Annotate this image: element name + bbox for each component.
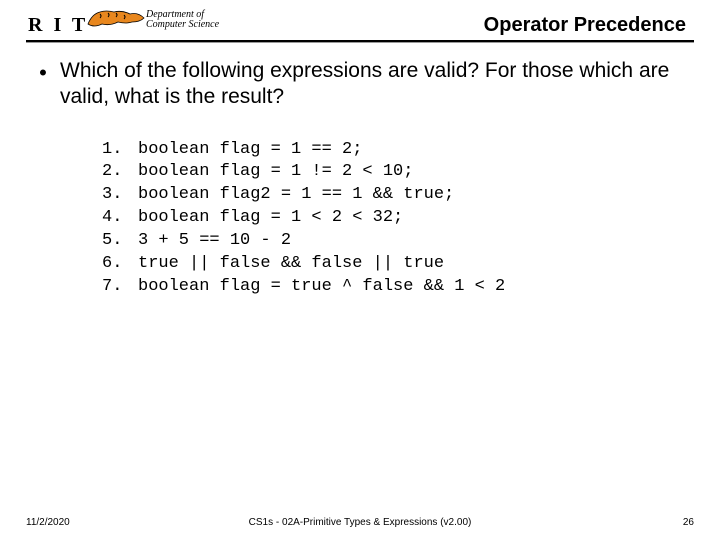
footer-date: 11/2/2020 <box>26 517 70 528</box>
footer-center: CS1s - 02A-Primitive Types & Expressions… <box>249 517 472 528</box>
code-list: 1.boolean flag = 1 == 2; 2.boolean flag … <box>102 139 694 300</box>
question-text: Which of the following expressions are v… <box>60 58 694 111</box>
department-label: Department of Computer Science <box>146 10 219 30</box>
item-code: boolean flag2 = 1 == 1 && true; <box>138 184 454 207</box>
header-rule <box>26 40 694 43</box>
item-code: 3 + 5 == 10 - 2 <box>138 230 291 253</box>
item-number: 5. <box>102 230 138 253</box>
item-number: 2. <box>102 161 138 184</box>
item-number: 1. <box>102 139 138 162</box>
footer-page: 26 <box>683 517 694 528</box>
bullet-row: • Which of the following expressions are… <box>26 58 694 111</box>
slide-footer: 11/2/2020 CS1s - 02A-Primitive Types & E… <box>26 517 694 528</box>
list-item: 1.boolean flag = 1 == 2; <box>102 139 694 162</box>
list-item: 5.3 + 5 == 10 - 2 <box>102 230 694 253</box>
item-code: true || false && false || true <box>138 253 444 276</box>
institution-text: R I T <box>28 14 88 37</box>
dept-line2: Computer Science <box>146 20 219 30</box>
list-item: 4.boolean flag = 1 < 2 < 32; <box>102 207 694 230</box>
list-item: 2.boolean flag = 1 != 2 < 10; <box>102 161 694 184</box>
list-item: 6.true || false && false || true <box>102 253 694 276</box>
item-number: 3. <box>102 184 138 207</box>
item-code: boolean flag = 1 == 2; <box>138 139 362 162</box>
bullet-icon: • <box>26 58 60 86</box>
list-item: 3.boolean flag2 = 1 == 1 && true; <box>102 184 694 207</box>
item-number: 7. <box>102 276 138 299</box>
rit-logo: R I T Department of Computer Science <box>28 4 228 42</box>
slide-content: • Which of the following expressions are… <box>26 58 694 299</box>
slide-title: Operator Precedence <box>484 14 686 37</box>
list-item: 7.boolean flag = true ^ false && 1 < 2 <box>102 276 694 299</box>
item-code: boolean flag = 1 < 2 < 32; <box>138 207 403 230</box>
item-number: 4. <box>102 207 138 230</box>
tiger-icon <box>86 4 146 32</box>
item-code: boolean flag = 1 != 2 < 10; <box>138 161 413 184</box>
item-number: 6. <box>102 253 138 276</box>
slide-header: R I T Department of Computer Science Ope… <box>0 0 720 46</box>
item-code: boolean flag = true ^ false && 1 < 2 <box>138 276 505 299</box>
